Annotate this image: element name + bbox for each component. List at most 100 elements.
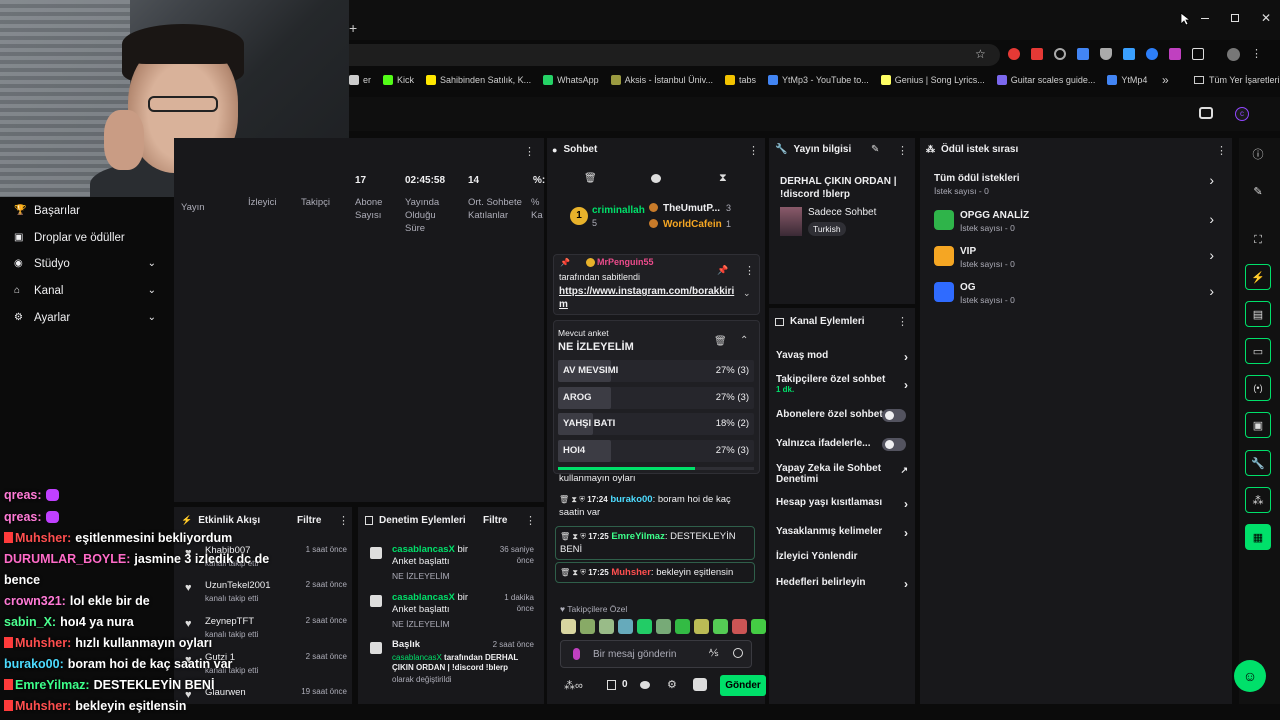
channel-action-item[interactable]: İzleyici Yönlendir bbox=[776, 551, 912, 567]
chat-message-user[interactable]: burako00 bbox=[610, 494, 652, 505]
bookmark-item[interactable]: YtMp3 - YouTube to... bbox=[768, 75, 869, 85]
bookmark-item[interactable]: Guitar scales guide... bbox=[996, 75, 1095, 85]
channel-action-item[interactable]: Yalnızca ifadelerle... bbox=[776, 438, 912, 454]
profile-avatar[interactable] bbox=[1227, 48, 1240, 61]
chat-message-user[interactable]: Muhsher bbox=[611, 567, 651, 578]
unpin-icon[interactable]: 📌 bbox=[717, 265, 728, 276]
emote-icon[interactable] bbox=[561, 619, 576, 634]
translate-icon[interactable] bbox=[1077, 48, 1089, 60]
emote-icon[interactable] bbox=[732, 619, 747, 634]
search-extension-icon[interactable] bbox=[1054, 48, 1066, 60]
leader-name[interactable]: criminallah bbox=[592, 205, 645, 216]
channel-action-item[interactable]: Hedefleri belirleyin › bbox=[776, 577, 912, 593]
activity-user[interactable]: UzunTekel2001 bbox=[205, 580, 271, 591]
poll-option[interactable]: AV MEVSIMI 27% (3) bbox=[558, 360, 754, 382]
channel-action-item[interactable]: Takipçilere özel sohbet 1 dk. › bbox=[776, 374, 912, 394]
nav-item[interactable]: ⚙ Ayarlar ⌄ bbox=[14, 309, 164, 327]
panel-menu-icon[interactable]: ⋮ bbox=[897, 144, 908, 157]
panel-menu-icon[interactable]: ⋮ bbox=[1216, 144, 1227, 157]
bookmark-item[interactable]: tabs bbox=[725, 75, 756, 85]
mod-action-user[interactable]: casablancasX bbox=[392, 544, 455, 555]
extension-icon[interactable] bbox=[1031, 48, 1043, 60]
panel-menu-icon[interactable]: ⋮ bbox=[524, 145, 535, 158]
maximize-icon[interactable] bbox=[1231, 14, 1239, 22]
extension-icon[interactable] bbox=[1008, 48, 1020, 60]
activity-item[interactable]: ♥ UzunTekel2001 kanalı takip etti 2 saat ön… bbox=[182, 580, 347, 608]
gear-icon[interactable]: ⚙ bbox=[667, 678, 677, 691]
stream-tag[interactable]: Turkish bbox=[808, 222, 846, 236]
activity-filter-button[interactable]: Filtre bbox=[297, 515, 321, 526]
nav-item[interactable]: ⌂ Kanal ⌄ bbox=[14, 282, 164, 300]
nav-item[interactable]: 🏆 Başarılar bbox=[14, 202, 164, 220]
notes-icon[interactable]: ▤ bbox=[1245, 301, 1271, 327]
help-icon[interactable]: ☺ bbox=[1234, 660, 1266, 692]
poll-option[interactable]: AROG 27% (3) bbox=[558, 387, 754, 409]
emote-icon[interactable] bbox=[637, 619, 652, 634]
emote-icon[interactable] bbox=[713, 619, 728, 634]
mod-action-sub-user[interactable]: casablancasX bbox=[392, 653, 442, 662]
browser-menu-icon[interactable]: ⋮ bbox=[1251, 48, 1262, 61]
share-icon[interactable]: ⁂ bbox=[1245, 487, 1271, 513]
mod-tools-icon[interactable]: ⁂∞ bbox=[564, 679, 583, 692]
leader-name[interactable]: TheUmutP... bbox=[663, 203, 720, 214]
trash-icon[interactable]: 🗑 bbox=[584, 173, 597, 184]
close-window-icon[interactable]: ✕ bbox=[1261, 11, 1271, 25]
bookmark-item[interactable]: YtMp4 bbox=[1107, 75, 1147, 85]
panel-menu-icon[interactable]: ⋮ bbox=[748, 144, 759, 157]
chevron-down-icon[interactable]: ⌄ bbox=[743, 288, 751, 299]
microphone-icon[interactable] bbox=[573, 648, 580, 660]
all-bookmarks-folder[interactable]: Tüm Yer İşaretleri bbox=[1194, 75, 1280, 85]
emote-icon[interactable] bbox=[599, 619, 614, 634]
chat-settings-icon[interactable] bbox=[651, 174, 661, 183]
channel-action-item[interactable]: Yasaklanmış kelimeler › bbox=[776, 526, 912, 542]
bookmarks-overflow-icon[interactable]: » bbox=[1162, 73, 1169, 87]
channel-action-item[interactable]: Yapay Zeka ile Sohbet Denetimi ↗ bbox=[776, 463, 912, 485]
chat-message-user[interactable]: EmreYilmaz bbox=[611, 531, 665, 542]
emote-icon[interactable] bbox=[580, 619, 595, 634]
send-button[interactable]: Gönder bbox=[720, 675, 766, 696]
wrench-icon[interactable]: 🔧 bbox=[1245, 450, 1271, 476]
panel-menu-icon[interactable]: ⋮ bbox=[897, 315, 908, 328]
extension-icon[interactable] bbox=[1169, 48, 1181, 60]
translate-icon[interactable]: ⅍ bbox=[709, 648, 718, 659]
channel-action-item[interactable]: Yavaş mod › bbox=[776, 350, 912, 366]
bookmark-item[interactable]: Genius | Song Lyrics... bbox=[880, 75, 985, 85]
chevron-up-icon[interactable]: ⌃ bbox=[740, 335, 748, 346]
panel-menu-icon[interactable]: ⋮ bbox=[525, 514, 536, 527]
emote-icon[interactable] bbox=[675, 619, 690, 634]
mod-action-user[interactable]: casablancasX bbox=[392, 592, 455, 603]
pinned-user[interactable]: MrPenguin55 bbox=[597, 257, 654, 267]
trash-icon[interactable]: 🗑 bbox=[560, 532, 572, 541]
emote-icon[interactable] bbox=[751, 619, 766, 634]
stream-category[interactable]: Sadece Sohbet bbox=[808, 207, 876, 218]
bookmark-item[interactable]: Aksis - İstanbul Üniv... bbox=[610, 75, 713, 85]
gift-icon[interactable] bbox=[693, 678, 707, 691]
activity-user[interactable]: ZeynepTFT bbox=[205, 616, 254, 627]
user-avatar[interactable]: c bbox=[1235, 107, 1249, 121]
poll-option[interactable]: HOI4 27% (3) bbox=[558, 440, 754, 462]
extension-icon[interactable] bbox=[1123, 48, 1135, 60]
shield-icon[interactable] bbox=[1100, 48, 1112, 60]
trash-icon[interactable]: 🗑 bbox=[559, 495, 571, 504]
bookmark-item[interactable]: WhatsApp bbox=[543, 75, 599, 85]
address-bar[interactable]: ☆ bbox=[349, 44, 1000, 66]
poll-option[interactable]: YAHŞI BATI 18% (2) bbox=[558, 413, 754, 435]
stream-key-icon[interactable] bbox=[1199, 107, 1213, 119]
hourglass-icon[interactable]: ⧗ bbox=[719, 172, 727, 185]
trash-icon[interactable]: 🗑 bbox=[560, 568, 572, 577]
panel-menu-icon[interactable]: ⋮ bbox=[338, 514, 349, 527]
edit-icon[interactable]: ✎ bbox=[1245, 178, 1271, 204]
reward-item[interactable]: OPGG ANALİZ İstek sayısı - 0 › bbox=[934, 208, 1220, 242]
category-boxart[interactable] bbox=[780, 207, 802, 236]
pinned-link[interactable]: https://www.instagram.com/borakkirim bbox=[559, 285, 735, 311]
emote-icon[interactable] bbox=[656, 619, 671, 634]
leader-name[interactable]: WorldCafein bbox=[663, 219, 722, 230]
bookmark-item[interactable]: Kick bbox=[383, 75, 414, 85]
emote-icon[interactable] bbox=[694, 619, 709, 634]
mod-action-user[interactable]: Başlık bbox=[392, 639, 420, 650]
minimize-icon[interactable] bbox=[1201, 18, 1209, 19]
toggle-switch[interactable] bbox=[882, 438, 906, 451]
pinned-menu-icon[interactable]: ⋮ bbox=[744, 264, 755, 277]
trash-icon[interactable]: 🗑 bbox=[714, 336, 727, 347]
toggle-switch[interactable] bbox=[882, 409, 906, 422]
